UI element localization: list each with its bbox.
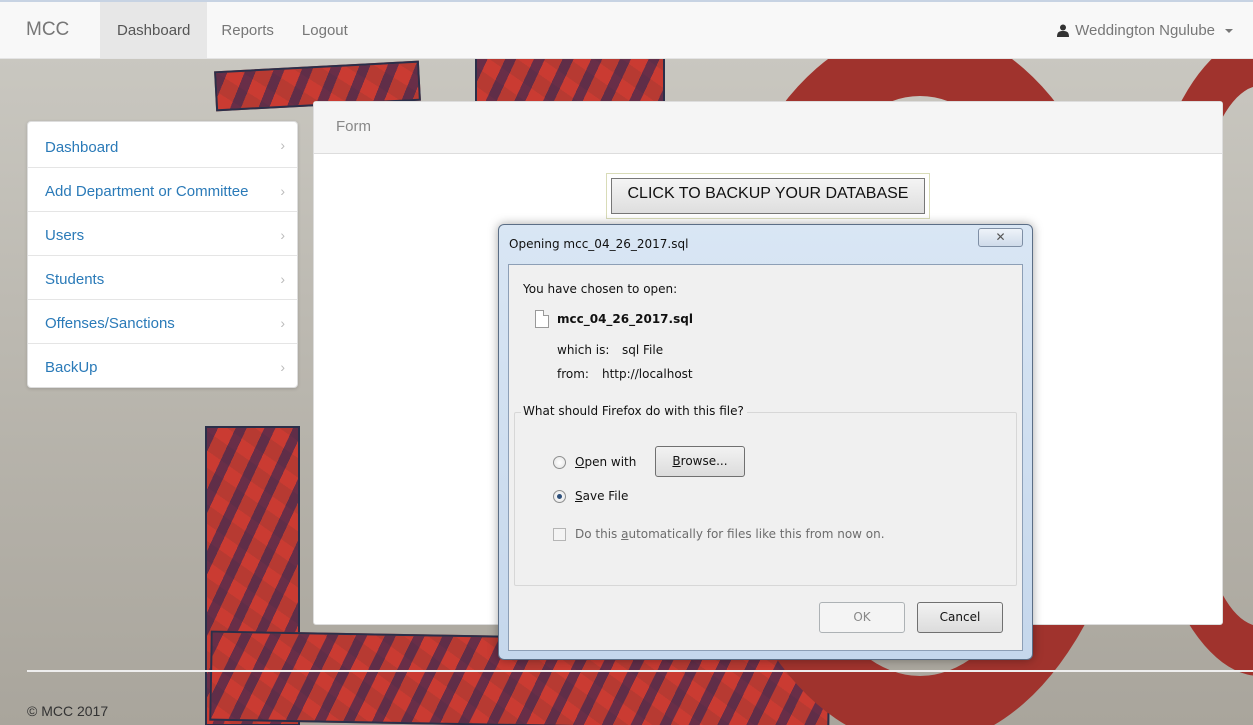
file-source-label: from:	[557, 367, 589, 381]
sidebar-item-label: Users	[45, 227, 85, 244]
auto-action-checkbox[interactable]	[553, 528, 566, 541]
user-name: Weddington Ngulube	[1075, 22, 1215, 39]
open-with-text: pen with	[584, 455, 637, 469]
cancel-button[interactable]: Cancel	[917, 602, 1003, 633]
chevron-right-icon: ›	[280, 137, 285, 153]
file-type-label: which is:	[557, 343, 610, 357]
browse-text: rowse...	[680, 454, 728, 468]
auto-action-post: utomatically for files like this from no…	[628, 527, 885, 541]
footer-divider	[27, 670, 1253, 672]
sidebar-item-label: Offenses/Sanctions	[45, 315, 175, 332]
save-file-label[interactable]: Save File	[575, 489, 628, 503]
nav-reports[interactable]: Reports	[207, 2, 288, 58]
caret-down-icon	[1225, 28, 1233, 33]
auto-action-pre: Do this	[575, 527, 622, 541]
sidebar-item-label: Dashboard	[45, 139, 119, 156]
chevron-right-icon: ›	[280, 359, 285, 375]
close-button[interactable]: ✕	[978, 228, 1023, 247]
sidebar-item-backup[interactable]: BackUp ›	[28, 343, 297, 387]
backup-database-button[interactable]: CLICK TO BACKUP YOUR DATABASE	[606, 173, 930, 219]
backup-button-label: CLICK TO BACKUP YOUR DATABASE	[611, 178, 925, 214]
action-group: What should Firefox do with this file? O…	[514, 404, 1017, 586]
sidebar-item-offenses[interactable]: Offenses/Sanctions ›	[28, 299, 297, 343]
open-with-radio[interactable]	[553, 456, 566, 469]
chevron-right-icon: ›	[280, 183, 285, 199]
panel-heading: Form	[314, 102, 1222, 154]
top-navbar: MCC Dashboard Reports Logout Weddington …	[0, 0, 1253, 59]
dialog-intro: You have chosen to open:	[523, 282, 678, 296]
footer-copyright: © MCC 2017	[27, 703, 109, 719]
user-menu[interactable]: Weddington Ngulube	[1057, 2, 1233, 59]
browse-button[interactable]: Browse...	[655, 446, 745, 477]
brand-logo[interactable]: MCC	[0, 2, 100, 58]
chevron-right-icon: ›	[280, 315, 285, 331]
nav-dashboard[interactable]: Dashboard	[100, 2, 208, 58]
file-name: mcc_04_26_2017.sql	[557, 312, 693, 326]
file-type-value: sql File	[622, 343, 664, 357]
sidebar-menu: Dashboard › Add Department or Committee …	[27, 121, 298, 388]
auto-action-label[interactable]: Do this automatically for files like thi…	[575, 527, 885, 541]
open-with-label[interactable]: Open with	[575, 455, 636, 469]
nav-logout[interactable]: Logout	[288, 2, 362, 58]
sidebar-item-dashboard[interactable]: Dashboard ›	[28, 122, 297, 167]
sidebar-item-label: Add Department or Committee	[45, 183, 249, 200]
file-open-dialog: Opening mcc_04_26_2017.sql ✕ You have ch…	[498, 224, 1033, 660]
action-question: What should Firefox do with this file?	[521, 404, 747, 418]
user-icon	[1057, 24, 1070, 37]
save-file-text: ave File	[582, 489, 629, 503]
chevron-right-icon: ›	[280, 227, 285, 243]
sidebar-item-users[interactable]: Users ›	[28, 211, 297, 255]
file-source-value: http://localhost	[602, 367, 693, 381]
sidebar-item-students[interactable]: Students ›	[28, 255, 297, 299]
save-file-radio[interactable]	[553, 490, 566, 503]
sidebar-item-label: Students	[45, 271, 105, 288]
file-icon	[535, 310, 549, 328]
ok-button[interactable]: OK	[819, 602, 905, 633]
dialog-title: Opening mcc_04_26_2017.sql	[509, 237, 689, 251]
dialog-body: You have chosen to open: mcc_04_26_2017.…	[508, 264, 1023, 651]
chevron-right-icon: ›	[280, 271, 285, 287]
close-icon: ✕	[995, 230, 1006, 244]
sidebar-item-add-department[interactable]: Add Department or Committee ›	[28, 167, 297, 211]
sidebar-item-label: BackUp	[45, 359, 98, 376]
save-file-mnemonic: S	[575, 489, 583, 503]
browse-mnemonic: B	[672, 454, 681, 468]
